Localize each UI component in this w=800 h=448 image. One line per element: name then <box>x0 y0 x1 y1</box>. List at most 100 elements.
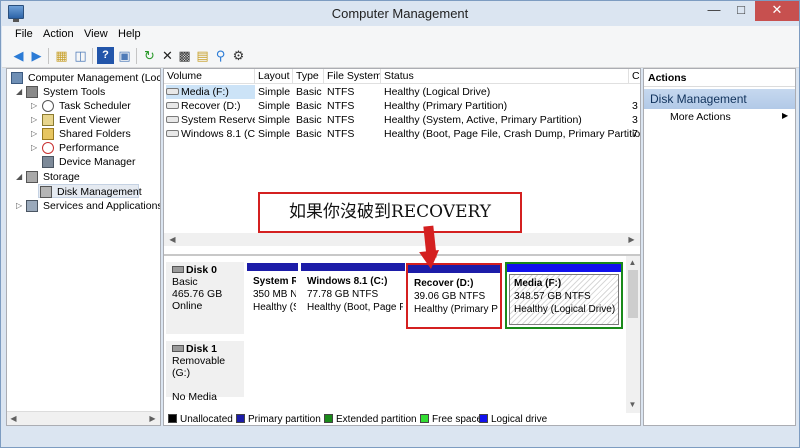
volume-pane: Volume Layout Type File System Status C … <box>163 68 641 426</box>
actions-pane: Actions Disk Management More Actions ▶ <box>643 68 796 426</box>
column-header-type[interactable]: Type <box>293 69 324 84</box>
search-icon[interactable]: ⚲ <box>212 47 229 64</box>
back-icon[interactable]: ◀ <box>10 47 27 64</box>
expand-icon[interactable]: ▷ <box>31 99 39 113</box>
legend-logical: Logical drive <box>479 413 547 425</box>
partition-name: Windows 8.1 (C:) <box>307 276 388 287</box>
more-actions-link[interactable]: More Actions <box>670 111 731 123</box>
scroll-down-icon[interactable]: ▼ <box>626 398 639 411</box>
expand-icon[interactable]: ▷ <box>16 199 24 213</box>
column-header-status[interactable]: Status <box>381 69 629 84</box>
actions-title: Actions <box>644 69 795 87</box>
scroll-left-icon[interactable]: ◀ <box>7 412 20 425</box>
disk-layout-view: Disk 0 Basic 465.76 GB Online Disk 1 Rem… <box>164 254 640 425</box>
menu-help[interactable]: Help <box>118 28 141 40</box>
up-icon[interactable]: ▦ <box>53 47 70 64</box>
delete-icon[interactable]: ✕ <box>159 47 176 64</box>
table-row[interactable]: Media (F:) Simple Basic NTFS Healthy (Lo… <box>164 85 640 99</box>
volume-capacity: 3 <box>632 100 638 112</box>
forward-icon[interactable]: ▶ <box>28 47 45 64</box>
computer-management-window: Computer Management — □ ✕ File Action Vi… <box>0 0 800 448</box>
volume-layout: Simple <box>258 128 291 140</box>
table-row[interactable]: Recover (D:) Simple Basic NTFS Healthy (… <box>164 99 640 113</box>
partition-recover[interactable]: Recover (D:) 39.06 GB NTFS Healthy (Prim… <box>406 263 502 329</box>
scroll-right-icon[interactable]: ▶ <box>625 233 638 246</box>
expand-icon[interactable]: ▷ <box>31 127 39 141</box>
menu-file[interactable]: File <box>15 28 33 40</box>
partition-media-extended[interactable]: Media (F:) 348.57 GB NTFS Healthy (Logic… <box>505 262 623 329</box>
volume-list-horizontal-scrollbar[interactable]: ◀ ▶ <box>164 233 640 246</box>
open-folder-icon[interactable]: ▤ <box>194 47 211 64</box>
disk-name: Disk 0 <box>186 264 217 276</box>
volume-name: Media (F:) <box>181 86 229 98</box>
device-manager-icon <box>42 156 54 168</box>
clock-icon <box>42 100 54 112</box>
properties-icon[interactable]: ▣ <box>116 47 133 64</box>
volume-file-system: NTFS <box>327 100 355 112</box>
shared-folder-icon <box>42 128 54 140</box>
expand-icon[interactable]: ▷ <box>31 141 39 155</box>
properties-sheet-icon[interactable]: ▩ <box>176 47 193 64</box>
toolbar-separator <box>92 48 93 64</box>
scroll-left-icon[interactable]: ◀ <box>166 233 179 246</box>
title-bar[interactable]: Computer Management — □ ✕ <box>1 1 799 25</box>
volume-name: System Reserved <box>181 114 255 126</box>
help-icon[interactable]: ? <box>97 47 114 64</box>
menu-action[interactable]: Action <box>43 28 74 40</box>
tree-item-disk-management[interactable]: Disk Management <box>38 184 142 198</box>
legend-extended: Extended partition <box>324 413 417 425</box>
partition-legend: Unallocated Primary partition Extended p… <box>166 413 638 425</box>
scrollbar-thumb[interactable] <box>628 270 638 318</box>
volume-icon <box>166 102 179 109</box>
table-row[interactable]: System Reserved Simple Basic NTFS Health… <box>164 113 640 127</box>
toolbar: ◀ ▶ ▦ ◫ ? ▣ ↻ ✕ ▩ ▤ ⚲ ⚙ <box>2 44 799 68</box>
disk-view-vertical-scrollbar[interactable]: ▲ ▼ <box>626 256 640 413</box>
zoom-icon[interactable]: ⚙ <box>230 47 247 64</box>
maximize-button[interactable]: □ <box>728 1 754 21</box>
column-header-file-system[interactable]: File System <box>324 69 381 84</box>
disk-type: Removable (G:) <box>172 355 226 379</box>
legend-primary: Primary partition <box>236 413 321 425</box>
partition-size: 348.57 GB NTFS <box>514 291 591 302</box>
volume-file-system: NTFS <box>327 114 355 126</box>
partition-name: Media (F:) <box>514 278 562 289</box>
collapse-icon[interactable]: ◢ <box>16 170 24 184</box>
refresh-icon[interactable]: ↻ <box>141 47 158 64</box>
disk-name: Disk 1 <box>186 343 217 355</box>
collapse-icon[interactable]: ◢ <box>16 85 24 99</box>
services-icon <box>26 200 38 212</box>
menu-bar: File Action View Help <box>2 26 799 44</box>
disk-icon <box>172 266 184 273</box>
computer-icon <box>11 72 23 84</box>
expand-icon[interactable]: ▷ <box>31 113 39 127</box>
volume-status: Healthy (Logical Drive) <box>384 86 491 98</box>
tools-icon <box>26 86 38 98</box>
tree-horizontal-scrollbar[interactable]: ◀ ▶ <box>7 411 160 425</box>
disk-1-label[interactable]: Disk 1 Removable (G:) No Media <box>166 341 244 403</box>
partition-windows[interactable]: Windows 8.1 (C:) 77.78 GB NTFS Healthy (… <box>301 263 405 329</box>
volume-name: Windows 8.1 (C:) <box>181 128 255 140</box>
close-button[interactable]: ✕ <box>755 1 799 21</box>
volume-file-system: NTFS <box>327 86 355 98</box>
submenu-arrow-icon[interactable]: ▶ <box>782 111 788 120</box>
disk-0-label[interactable]: Disk 0 Basic 465.76 GB Online <box>166 262 244 334</box>
annotation-callout: 如果你沒破到RECOVERY <box>258 192 522 233</box>
minimize-button[interactable]: — <box>701 1 727 21</box>
toolbar-separator <box>48 48 49 64</box>
volume-type: Basic <box>296 100 322 112</box>
column-header-volume[interactable]: Volume <box>164 69 255 84</box>
partition-size: 350 MB N <box>253 289 296 300</box>
show-tree-icon[interactable]: ◫ <box>72 47 89 64</box>
column-header-capacity[interactable]: C <box>629 69 640 84</box>
actions-section-disk-management[interactable]: Disk Management <box>644 89 795 109</box>
scroll-right-icon[interactable]: ▶ <box>146 412 159 425</box>
scroll-up-icon[interactable]: ▲ <box>626 256 639 269</box>
status-bar <box>2 429 799 447</box>
performance-icon <box>42 142 54 154</box>
partition-system-reserved[interactable]: System R 350 MB N Healthy (S <box>247 263 298 329</box>
partition-status: Healthy (Primary Par <box>414 304 498 315</box>
column-header-layout[interactable]: Layout <box>255 69 293 84</box>
menu-view[interactable]: View <box>84 28 108 40</box>
table-row[interactable]: Windows 8.1 (C:) Simple Basic NTFS Healt… <box>164 127 640 141</box>
partition-size: 77.78 GB NTFS <box>307 289 379 300</box>
